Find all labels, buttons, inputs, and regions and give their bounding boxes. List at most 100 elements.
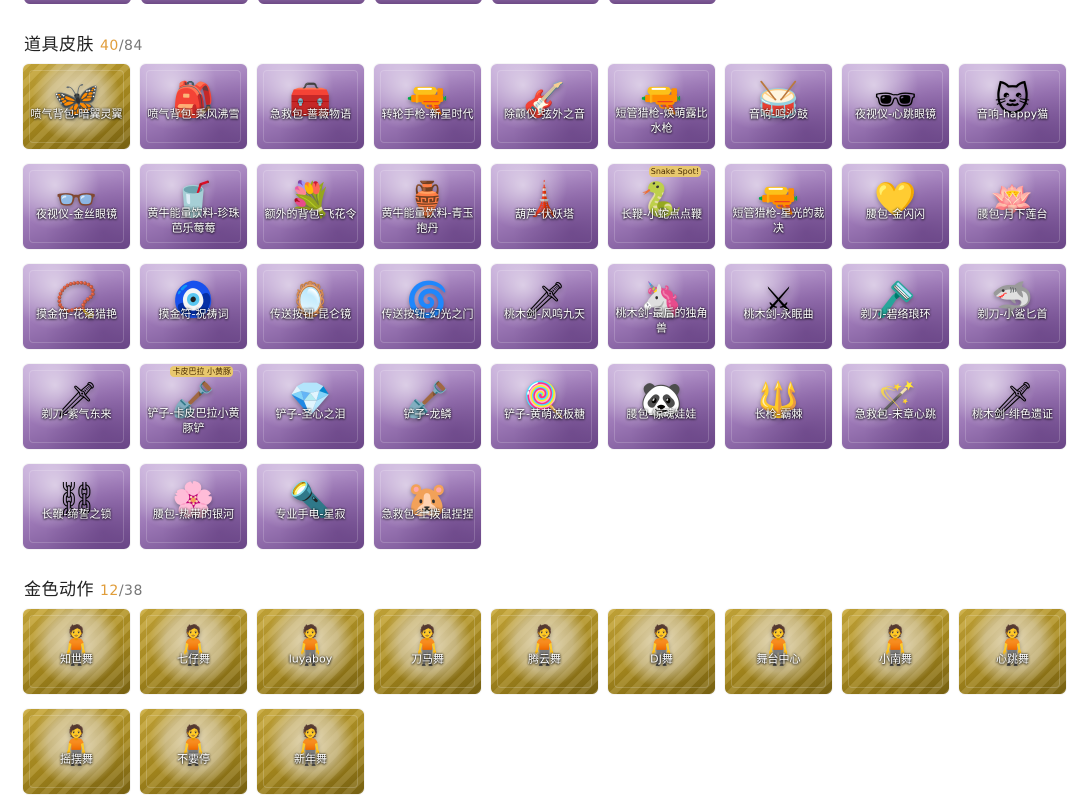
item-skin-tile[interactable]: 🐹 急救包-土拨鼠捏捏 (374, 464, 481, 549)
item-skin-tile[interactable]: 🐼 腰包-惊魂娃娃 (608, 364, 715, 449)
tile-label: 铲子-卡皮巴拉小黄豚铲 (147, 406, 240, 434)
item-skin-tile[interactable]: 🦄 桃木剑-最后的独角兽 (608, 264, 715, 349)
item-skin-tile[interactable]: 🐍 Snake Spot! 长鞭-小蛇点点鞭 (608, 164, 715, 249)
item-skin-tile[interactable]: 📿 摸金符-花落猎艳 (23, 264, 130, 349)
section-title: 道具皮肤 (24, 35, 94, 55)
tile-label: 传送按钮-昆仑镜 (270, 306, 351, 320)
item-skins-grid: 🦋 喷气背包-暗翼灵翼 🎒 喷气背包-乘风沸雪 🧰 急救包-蔷薇物语 🔫 转轮手枪-新星时代 🎸… (23, 64, 1066, 549)
gold-emote-tile[interactable]: 🧍 摇摆舞 (23, 709, 130, 794)
tile-label: 急救包-蔷薇物语 (270, 106, 351, 120)
tile-label: 喷气背包-乘风沸雪 (147, 106, 240, 120)
tile-label: 新年舞 (294, 751, 327, 765)
partial-tile (258, 0, 365, 4)
item-skin-tile[interactable]: 🗡 桃木剑-绯色遗证 (959, 364, 1066, 449)
tile-label: 舞台中心 (756, 651, 801, 665)
gold-emotes-grid: 🧍 知世舞 🧍 七仔舞 🧍 luyaboy 🧍 刀马舞 🧍 腾云舞 🧍 DJ舞 🧍 舞台中心 🧍 小南舞 🧍 心跳… (23, 609, 1066, 794)
tile-label: 剃刀-小鲨匕首 (977, 306, 1048, 320)
gold-emote-tile[interactable]: 🧍 心跳舞 (959, 609, 1066, 694)
gold-emote-tile[interactable]: 🧍 不要停 (140, 709, 247, 794)
item-skin-tile[interactable]: 🪏 铲子-龙鳞 (374, 364, 481, 449)
tile-label: 喷气背包-暗翼灵翼 (30, 106, 123, 120)
item-skin-tile[interactable]: 🌸 腰包-热带的银河 (140, 464, 247, 549)
gold-emote-tile[interactable]: 🧍 小南舞 (842, 609, 949, 694)
tile-label: 短管猎枪-焕萌露比水枪 (615, 106, 708, 134)
item-skin-tile[interactable]: 🥁 音响-鸣沙鼓 (725, 64, 832, 149)
tile-label: 腰包-热带的银河 (153, 506, 234, 520)
item-skin-tile[interactable]: 🐱 音响-happy猫 (959, 64, 1066, 149)
tile-label: 小南舞 (879, 651, 912, 665)
tile-label: 夜视仪-心跳眼镜 (855, 106, 936, 120)
section-title: 金色动作 (24, 580, 94, 600)
gold-emote-tile[interactable]: 🧍 腾云舞 (491, 609, 598, 694)
artwork-badge: Snake Spot! (648, 166, 701, 177)
owned-count: 40 (100, 38, 119, 54)
item-skin-tile[interactable]: 🧿 摸金符-祝祷词 (140, 264, 247, 349)
tile-label: 急救包-土拨鼠捏捏 (381, 506, 474, 520)
item-skin-tile[interactable]: 🕶 夜视仪-心跳眼镜 (842, 64, 949, 149)
tile-label: 专业手电-星寂 (275, 506, 346, 520)
tile-label: 额外的背包-飞花令 (264, 206, 357, 220)
item-skin-tile[interactable]: 🪷 腰包-月下莲台 (959, 164, 1066, 249)
tile-label: 桃木剑-风鸣九天 (504, 306, 585, 320)
item-skin-tile[interactable]: 🔦 专业手电-星寂 (257, 464, 364, 549)
item-skin-tile[interactable]: 🔫 转轮手枪-新星时代 (374, 64, 481, 149)
item-skin-tile[interactable]: 🔫 短管猎枪-星光的裁决 (725, 164, 832, 249)
item-skin-tile[interactable]: 🦈 剃刀-小鲨匕首 (959, 264, 1066, 349)
item-skin-tile[interactable]: 🎒 喷气背包-乘风沸雪 (140, 64, 247, 149)
tile-label: 剃刀-碧络琅环 (860, 306, 931, 320)
tile-label: 急救包-末章心跳 (855, 406, 936, 420)
tile-label: 刀马舞 (411, 651, 444, 665)
tile-label: 长鞭-小蛇点点鞭 (621, 206, 702, 220)
item-skins-header: 道具皮肤 40 / 84 (24, 30, 143, 55)
item-skin-tile[interactable]: 🧰 急救包-蔷薇物语 (257, 64, 364, 149)
item-skin-tile[interactable]: 🦋 喷气背包-暗翼灵翼 (23, 64, 130, 149)
item-skin-tile[interactable]: 💐 额外的背包-飞花令 (257, 164, 364, 249)
item-skin-tile[interactable]: 🥤 黄牛能量饮料-珍珠芭乐莓莓 (140, 164, 247, 249)
item-skin-tile[interactable]: 🗡 剃刀-紫气东来 (23, 364, 130, 449)
item-skin-tile[interactable]: 🗼 葫芦-伏妖塔 (491, 164, 598, 249)
tile-label: 不要停 (177, 751, 210, 765)
gold-emote-tile[interactable]: 🧍 舞台中心 (725, 609, 832, 694)
item-skin-tile[interactable]: 🏺 黄牛能量饮料-青玉抱丹 (374, 164, 481, 249)
tile-label: 传送按钮-幻光之门 (381, 306, 474, 320)
tile-label: 腾云舞 (528, 651, 561, 665)
item-skin-tile[interactable]: 🪒 剃刀-碧络琅环 (842, 264, 949, 349)
item-skin-tile[interactable]: 🎸 除颤仪-弦外之音 (491, 64, 598, 149)
item-skin-tile[interactable]: 💛 腰包-金闪闪 (842, 164, 949, 249)
tile-label: 桃木剑-永眠曲 (743, 306, 814, 320)
tile-label: 除颤仪-弦外之音 (504, 106, 585, 120)
tile-label: 转轮手枪-新星时代 (381, 106, 474, 120)
item-skin-tile[interactable]: 👓 夜视仪-金丝眼镜 (23, 164, 130, 249)
item-skin-tile[interactable]: 🪏 卡皮巴拉 小黄豚 铲子-卡皮巴拉小黄豚铲 (140, 364, 247, 449)
gold-emote-tile[interactable]: 🧍 DJ舞 (608, 609, 715, 694)
tile-label: 摸金符-花落猎艳 (36, 306, 117, 320)
artwork-badge: 卡皮巴拉 小黄豚 (170, 366, 233, 377)
item-skin-tile[interactable]: 🍭 铲子-黄萌波板糖 (491, 364, 598, 449)
item-skin-tile[interactable]: 🌀 传送按钮-幻光之门 (374, 264, 481, 349)
tile-label: 腰包-惊魂娃娃 (626, 406, 697, 420)
tile-label: 长枪-霸棘 (754, 406, 803, 420)
item-skin-tile[interactable]: 💎 铲子-圣心之泪 (257, 364, 364, 449)
gold-emote-tile[interactable]: 🧍 新年舞 (257, 709, 364, 794)
previous-section-row-edge (24, 0, 724, 4)
item-skin-tile[interactable]: 🔫 短管猎枪-焕萌露比水枪 (608, 64, 715, 149)
item-skin-tile[interactable]: 🗡 桃木剑-风鸣九天 (491, 264, 598, 349)
item-skin-tile[interactable]: ⚔ 桃木剑-永眠曲 (725, 264, 832, 349)
item-skin-tile[interactable]: 🪞 传送按钮-昆仑镜 (257, 264, 364, 349)
tile-label: DJ舞 (650, 651, 673, 665)
tile-label: 腰包-金闪闪 (866, 206, 925, 220)
gold-emote-tile[interactable]: 🧍 luyaboy (257, 609, 364, 694)
tile-label: 长鞭-缔誓之锁 (41, 506, 112, 520)
item-skin-tile[interactable]: 🔱 长枪-霸棘 (725, 364, 832, 449)
gold-emote-tile[interactable]: 🧍 七仔舞 (140, 609, 247, 694)
tile-label: 铲子-圣心之泪 (275, 406, 346, 420)
item-skin-tile[interactable]: 🪄 急救包-末章心跳 (842, 364, 949, 449)
partial-tile (24, 0, 131, 4)
tile-label: 短管猎枪-星光的裁决 (732, 206, 825, 234)
item-skin-tile[interactable]: ⛓ 长鞭-缔誓之锁 (23, 464, 130, 549)
tile-label: 心跳舞 (996, 651, 1029, 665)
gold-emotes-header: 金色动作 12 / 38 (24, 575, 143, 600)
total-count: 84 (124, 38, 143, 54)
gold-emote-tile[interactable]: 🧍 知世舞 (23, 609, 130, 694)
gold-emote-tile[interactable]: 🧍 刀马舞 (374, 609, 481, 694)
